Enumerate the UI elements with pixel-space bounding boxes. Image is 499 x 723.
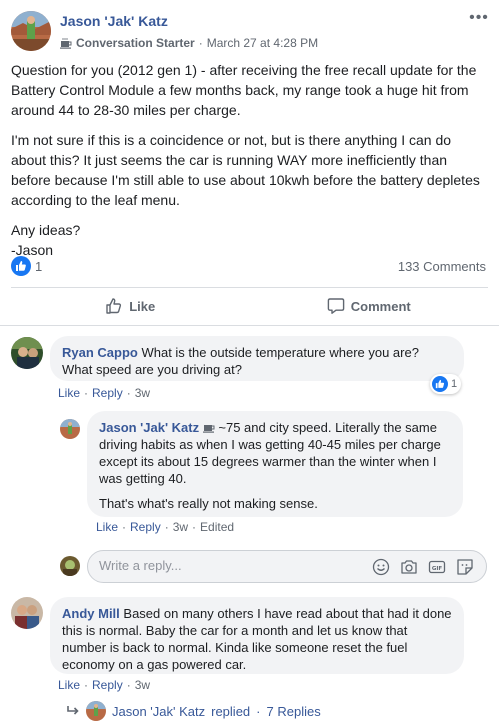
- comment-bubble: Ryan Cappo What is the outside temperatu…: [50, 336, 464, 381]
- separator: ·: [126, 678, 131, 692]
- author-name[interactable]: Jason 'Jak' Katz: [60, 13, 168, 29]
- replier-name: Jason 'Jak' Katz: [112, 703, 206, 719]
- separator: ·: [192, 520, 197, 534]
- comment-like-link[interactable]: Like: [58, 678, 80, 692]
- reply-actions: Like · Reply · 3w · Edited: [96, 520, 234, 534]
- edited-label[interactable]: Edited: [200, 520, 234, 534]
- commenter-name[interactable]: Ryan Cappo: [62, 345, 138, 360]
- post-paragraph: -Jason: [11, 242, 54, 258]
- reply-avatar[interactable]: [60, 419, 80, 439]
- commenter-avatar[interactable]: [11, 337, 43, 369]
- reaction-summary[interactable]: 1: [11, 256, 42, 276]
- comment-reaction-count: 1: [451, 378, 458, 390]
- reply-arrow-icon: [67, 706, 79, 715]
- comment-actions: Like · Reply · 3w: [58, 678, 150, 692]
- separator: ·: [256, 703, 261, 719]
- coffee-cup-icon: [60, 37, 72, 49]
- more-horizontal-icon[interactable]: •••: [469, 10, 489, 26]
- post-body: Question for you (2012 gen 1) - after re…: [11, 60, 489, 270]
- separator: ·: [164, 520, 169, 534]
- gif-icon[interactable]: GIF: [428, 558, 446, 576]
- comment-like-link[interactable]: Like: [58, 386, 80, 400]
- separator: ·: [122, 520, 127, 534]
- reply-reply-link[interactable]: Reply: [130, 520, 161, 534]
- post-paragraph: Any ideas?: [11, 222, 81, 238]
- separator: ·: [84, 386, 89, 400]
- view-replies-link[interactable]: Jason 'Jak' Katz replied · 7 Replies: [66, 701, 321, 721]
- comment-button-label: Comment: [350, 298, 411, 314]
- comment-reaction-pill[interactable]: 1: [430, 374, 462, 394]
- comment-bubble: Andy Mill Based on many others I have re…: [50, 597, 464, 674]
- post-paragraph: Question for you (2012 gen 1) - after re…: [11, 62, 477, 118]
- comment-time[interactable]: 3w: [135, 678, 150, 692]
- reply-time[interactable]: 3w: [173, 520, 188, 534]
- comment-text: Based on many others I have read about t…: [62, 606, 452, 672]
- replies-count: 7 Replies: [266, 703, 321, 719]
- comment-reply-link[interactable]: Reply: [92, 386, 123, 400]
- like-reaction-icon: [432, 376, 448, 392]
- divider: [0, 325, 499, 326]
- conversation-starter-badge: Conversation Starter: [76, 36, 195, 50]
- separator: ·: [126, 386, 131, 400]
- reply-like-link[interactable]: Like: [96, 520, 118, 534]
- reply-bubble: Jason 'Jak' Katz ~75 and city speed. Lit…: [87, 411, 463, 517]
- comment-time[interactable]: 3w: [135, 386, 150, 400]
- comment-reply-link[interactable]: Reply: [92, 678, 123, 692]
- replied-label: replied: [211, 703, 251, 719]
- current-user-avatar: [60, 556, 80, 576]
- reply-text-second: That's what's really not making sense.: [99, 496, 318, 511]
- replier-name[interactable]: Jason 'Jak' Katz: [99, 420, 199, 435]
- commenter-avatar[interactable]: [11, 597, 43, 629]
- svg-text:GIF: GIF: [432, 566, 443, 572]
- comment-button[interactable]: Comment: [250, 288, 489, 324]
- reaction-count: 1: [35, 258, 43, 274]
- emoji-icon[interactable]: [372, 558, 390, 576]
- meta-separator: ·: [198, 36, 203, 50]
- comment-bubble-icon: [327, 298, 345, 314]
- commenter-name[interactable]: Andy Mill: [62, 606, 120, 621]
- like-button[interactable]: Like: [11, 288, 250, 324]
- reply-input-box[interactable]: GIF: [87, 550, 487, 583]
- reply-input[interactable]: [99, 558, 349, 573]
- post-meta: Conversation Starter · March 27 at 4:28 …: [60, 36, 318, 50]
- action-bar: Like Comment: [11, 288, 488, 324]
- like-reaction-icon: [11, 256, 31, 276]
- author-avatar[interactable]: [11, 11, 51, 51]
- camera-icon[interactable]: [400, 558, 418, 576]
- coffee-cup-icon: [202, 425, 215, 433]
- comment-count[interactable]: 133 Comments: [398, 259, 486, 274]
- post-timestamp[interactable]: March 27 at 4:28 PM: [207, 36, 318, 50]
- replier-avatar: [86, 701, 106, 721]
- reply-input-tools: GIF: [372, 558, 474, 576]
- sticker-icon[interactable]: [456, 558, 474, 576]
- like-button-label: Like: [129, 298, 156, 314]
- post-header: Jason 'Jak' Katz Conversation Starter · …: [0, 0, 499, 56]
- post-paragraph: I'm not sure if this is a coincidence or…: [11, 132, 480, 208]
- separator: ·: [84, 678, 89, 692]
- comment-actions: Like · Reply · 3w: [58, 386, 150, 400]
- thumbs-up-icon: [106, 298, 122, 314]
